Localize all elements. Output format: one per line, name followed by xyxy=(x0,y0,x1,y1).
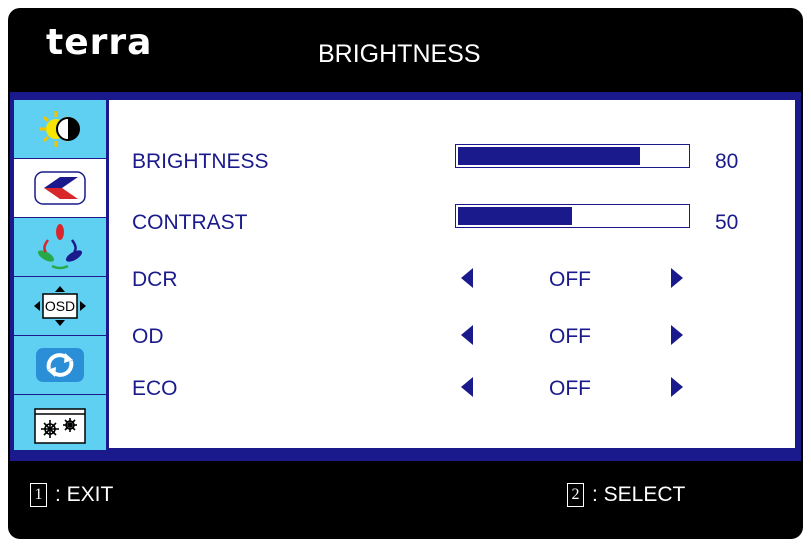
od-left-arrow-icon[interactable] xyxy=(461,325,473,345)
menu-panel: OSD BRIGHTNESS 80 CONTRAST 50 DCR OFF OD… xyxy=(10,92,801,461)
contrast-slider-fill xyxy=(458,207,572,225)
menu-title: BRIGHTNESS xyxy=(318,40,481,68)
osd-window: terra BRIGHTNESS OSD BRIGHTNESS 80 CONTR… xyxy=(8,8,803,539)
exit-hint[interactable]: 1 : EXIT xyxy=(30,483,113,507)
brand-logo: terra xyxy=(46,22,153,63)
dcr-left-arrow-icon[interactable] xyxy=(461,268,473,288)
dcr-label: DCR xyxy=(132,268,178,291)
select-label: : SELECT xyxy=(592,483,686,506)
sidebar: OSD xyxy=(14,100,106,450)
rgb-color-icon xyxy=(37,224,83,270)
misc-settings-icon xyxy=(34,408,86,444)
sun-moon-icon xyxy=(40,111,80,147)
select-key-badge: 2 xyxy=(567,483,584,507)
dcr-right-arrow-icon[interactable] xyxy=(671,268,683,288)
brightness-label: BRIGHTNESS xyxy=(132,150,269,173)
sidebar-item-image[interactable] xyxy=(14,159,106,217)
brightness-slider-fill xyxy=(458,147,640,165)
contrast-value: 50 xyxy=(715,211,739,234)
svg-text:OSD: OSD xyxy=(45,298,75,314)
exit-key-badge: 1 xyxy=(30,483,47,507)
image-setup-icon xyxy=(34,171,86,205)
eco-right-arrow-icon[interactable] xyxy=(671,377,683,397)
contrast-slider[interactable] xyxy=(455,204,690,228)
sidebar-item-misc[interactable] xyxy=(14,395,106,453)
exit-label: : EXIT xyxy=(55,483,114,506)
dcr-value: OFF xyxy=(549,268,591,291)
settings-content: BRIGHTNESS 80 CONTRAST 50 DCR OFF OD OFF… xyxy=(109,100,795,448)
reset-arrows-icon xyxy=(36,348,84,382)
od-right-arrow-icon[interactable] xyxy=(671,325,683,345)
eco-left-arrow-icon[interactable] xyxy=(461,377,473,397)
od-value: OFF xyxy=(549,325,591,348)
sidebar-item-reset[interactable] xyxy=(14,336,106,394)
brightness-slider[interactable] xyxy=(455,144,690,168)
select-hint[interactable]: 2 : SELECT xyxy=(567,483,685,507)
od-label: OD xyxy=(132,325,164,348)
osd-settings-icon: OSD xyxy=(34,286,86,326)
brightness-value: 80 xyxy=(715,150,739,173)
sidebar-item-color[interactable] xyxy=(14,218,106,276)
contrast-label: CONTRAST xyxy=(132,211,248,234)
sidebar-item-brightness[interactable] xyxy=(14,100,106,158)
eco-label: ECO xyxy=(132,377,178,400)
sidebar-item-osd[interactable]: OSD xyxy=(14,277,106,335)
eco-value: OFF xyxy=(549,377,591,400)
